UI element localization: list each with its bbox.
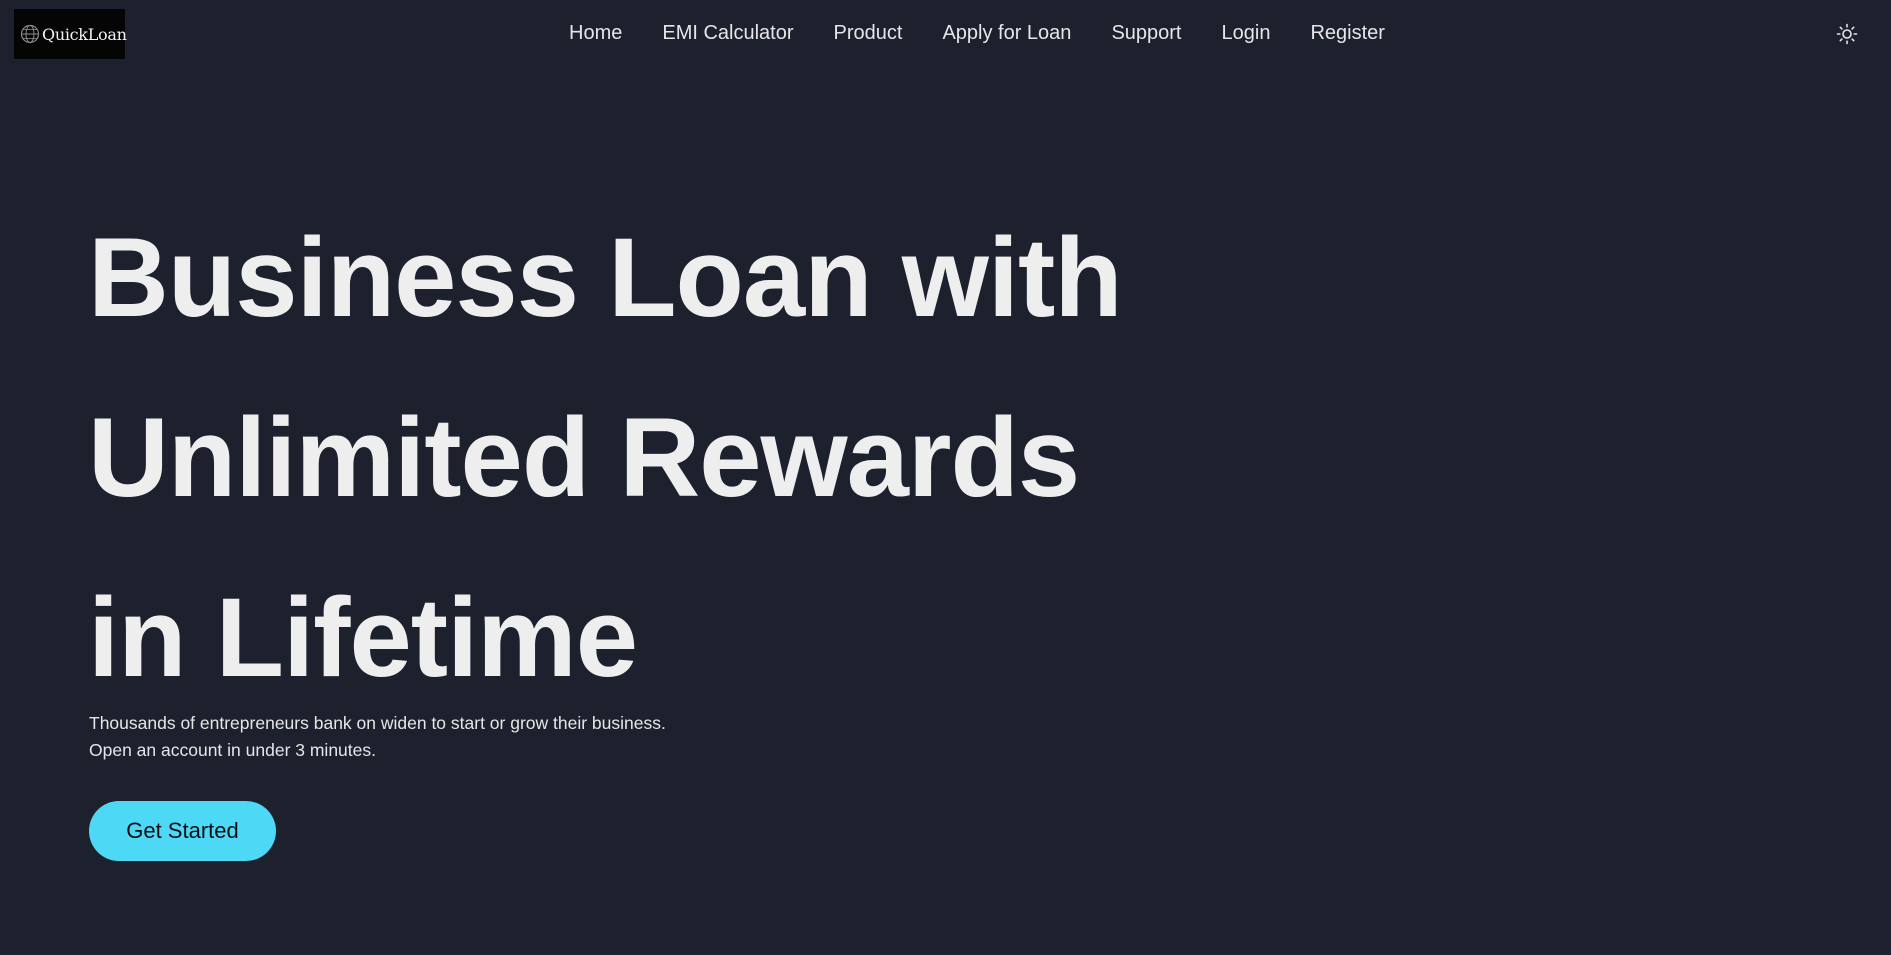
nav-apply-for-loan[interactable]: Apply for Loan [942, 22, 1071, 45]
nav-emi-calculator[interactable]: EMI Calculator [662, 22, 793, 45]
hero-title: Business Loan with Unlimited Rewards in … [88, 188, 1123, 728]
hero-subtitle-line: Thousands of entrepreneurs bank on widen… [89, 713, 666, 733]
hero-subtitle-line: Open an account in under 3 minutes. [89, 740, 376, 760]
brand-logo[interactable]: QuickLoan [14, 9, 127, 59]
nav-register[interactable]: Register [1310, 22, 1384, 45]
navbar: QuickLoan Home EMI Calculator Product Ap… [0, 0, 1891, 70]
nav-login[interactable]: Login [1222, 22, 1271, 45]
nav-support[interactable]: Support [1111, 22, 1181, 45]
hero-title-line: in Lifetime [88, 575, 638, 700]
nav-home[interactable]: Home [569, 22, 622, 45]
nav-product[interactable]: Product [834, 22, 903, 45]
main-nav: Home EMI Calculator Product Apply for Lo… [569, 22, 1425, 45]
globe-icon [20, 24, 40, 44]
brand-name: QuickLoan [42, 24, 127, 44]
hero-title-line: Unlimited Rewards [88, 395, 1080, 520]
hero-subtitle: Thousands of entrepreneurs bank on widen… [89, 710, 666, 764]
sun-icon[interactable] [1836, 23, 1858, 45]
hero-title-line: Business Loan with [88, 215, 1123, 340]
get-started-button[interactable]: Get Started [89, 801, 276, 861]
